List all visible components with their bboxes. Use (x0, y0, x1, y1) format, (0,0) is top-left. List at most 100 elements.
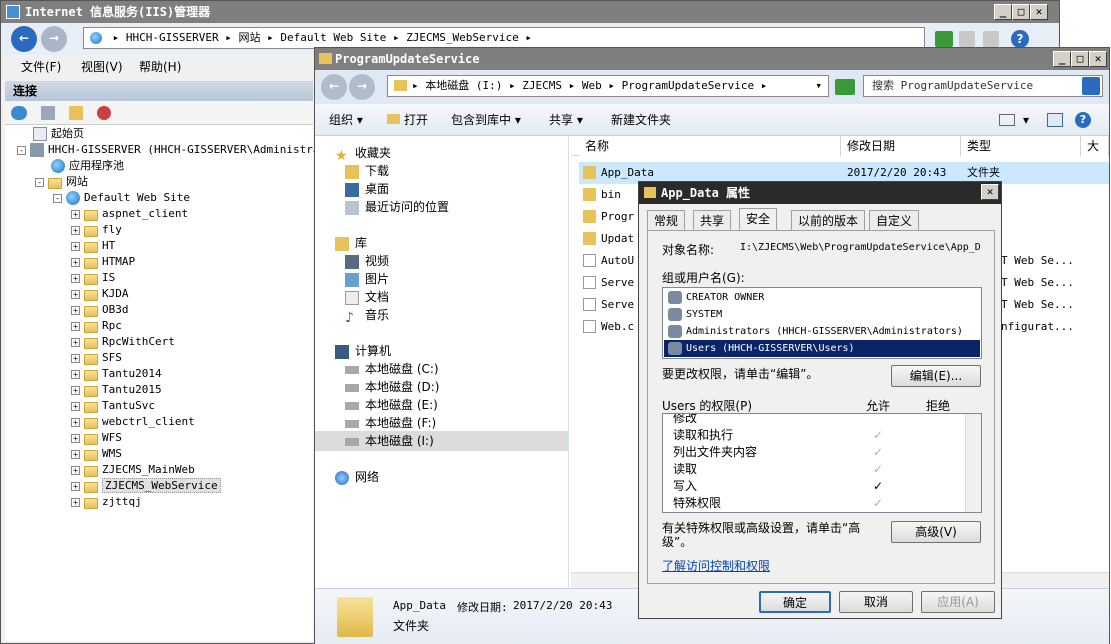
expand-icon[interactable]: + (71, 273, 80, 283)
save-icon[interactable] (41, 106, 55, 120)
search-icon[interactable] (1082, 77, 1100, 95)
tree-site-item[interactable]: + zjttqj (71, 494, 142, 510)
tree-site-item[interactable]: + ZJECMS_WebService (71, 478, 221, 494)
tree-app-pools[interactable]: 应用程序池 (51, 158, 124, 174)
refresh-icon[interactable] (935, 31, 953, 47)
ok-button[interactable]: 确定 (759, 591, 831, 613)
expand-icon[interactable]: + (71, 353, 80, 363)
close-button[interactable]: ✕ (1030, 4, 1048, 20)
back-button[interactable]: ← (321, 74, 347, 100)
user-row[interactable]: Users (HHCH-GISSERVER\Users) (664, 340, 980, 357)
tree-site-item[interactable]: + Tantu2014 (71, 366, 162, 382)
share-button[interactable]: 共享 ▾ (549, 104, 583, 136)
nav-videos[interactable]: 视频 (345, 252, 389, 270)
refresh-icon[interactable] (835, 79, 855, 95)
expand-icon[interactable]: + (71, 385, 80, 395)
user-row[interactable]: SYSTEM (664, 306, 980, 323)
disconnect-icon[interactable] (97, 106, 111, 120)
edit-button[interactable]: 编辑(E)... (891, 365, 981, 387)
tree-site-item[interactable]: + OB3d (71, 302, 129, 318)
user-row[interactable]: CREATOR OWNER (664, 289, 980, 306)
crumb-service[interactable]: ProgramUpdateService (622, 79, 754, 92)
crumb-drive[interactable]: 本地磁盘 (I:) (425, 79, 502, 92)
help-icon[interactable]: ? (1011, 30, 1029, 48)
tree-site-item[interactable]: + IS (71, 270, 115, 286)
tree-site-item[interactable]: + TantuSvc (71, 398, 155, 414)
crumb-sites[interactable]: 网站 (238, 31, 260, 44)
tree-site-item[interactable]: + HT (71, 238, 115, 254)
nav-documents[interactable]: 文档 (345, 288, 389, 306)
iis-address-bar[interactable]: ▸ HHCH-GISSERVER ▸ 网站 ▸ Default Web Site… (83, 27, 925, 49)
expand-icon[interactable]: + (71, 337, 80, 347)
learn-link[interactable]: 了解访问控制和权限 (662, 557, 770, 574)
tree-default-site[interactable]: - Default Web Site (53, 190, 190, 206)
tree-sites[interactable]: - 网站 (35, 174, 88, 190)
maximize-button[interactable]: □ (1012, 4, 1030, 20)
advanced-button[interactable]: 高级(V) (891, 521, 981, 543)
expand-icon[interactable]: + (71, 289, 80, 299)
expand-icon[interactable]: + (71, 433, 80, 443)
nav-drive-c[interactable]: 本地磁盘 (C:) (345, 360, 439, 378)
tree-site-item[interactable]: + Tantu2015 (71, 382, 162, 398)
nav-desktop[interactable]: 桌面 (345, 180, 389, 198)
expand-icon[interactable]: + (71, 321, 80, 331)
expand-icon[interactable]: + (71, 369, 80, 379)
col-name[interactable]: 名称 (579, 136, 841, 156)
nav-network[interactable]: 网络 (335, 468, 379, 486)
tab-sharing[interactable]: 共享 (693, 210, 732, 230)
chevron-down-icon[interactable]: ▾ (1023, 104, 1029, 136)
nav-recent[interactable]: 最近访问的位置 (345, 198, 449, 216)
crumb-web[interactable]: Web (582, 79, 602, 92)
nav-pictures[interactable]: 图片 (345, 270, 389, 288)
tree-start-page[interactable]: 起始页 (33, 126, 84, 142)
tree-site-item[interactable]: + RpcWithCert (71, 334, 175, 350)
home-icon[interactable] (983, 31, 999, 47)
expand-icon[interactable]: + (71, 401, 80, 411)
forward-button[interactable]: → (349, 74, 375, 100)
col-modified[interactable]: 修改日期 (841, 136, 961, 156)
minimize-button[interactable]: _ (1053, 51, 1071, 67)
tree-site-item[interactable]: + KJDA (71, 286, 129, 302)
back-button[interactable]: ← (11, 26, 37, 52)
collapse-icon[interactable]: - (53, 193, 62, 203)
maximize-button[interactable]: □ (1071, 51, 1089, 67)
nav-drive-d[interactable]: 本地磁盘 (D:) (345, 378, 439, 396)
expand-icon[interactable]: + (71, 225, 80, 235)
expand-icon[interactable]: + (71, 209, 80, 219)
tree-site-item[interactable]: + webctrl_client (71, 414, 195, 430)
col-type[interactable]: 类型 (961, 136, 1081, 156)
nav-drive-e[interactable]: 本地磁盘 (E:) (345, 396, 438, 414)
tree-site-item[interactable]: + SFS (71, 350, 122, 366)
user-row[interactable]: Administrators (HHCH-GISSERVER\Administr… (664, 323, 980, 340)
organize-button[interactable]: 组织 ▾ (329, 104, 363, 136)
cancel-button[interactable]: 取消 (839, 591, 913, 613)
expand-icon[interactable]: + (71, 449, 80, 459)
expand-icon[interactable]: + (71, 497, 80, 507)
menu-help[interactable]: 帮助(H) (139, 55, 181, 79)
forward-button[interactable]: → (41, 26, 67, 52)
stop-icon[interactable] (959, 31, 975, 47)
tree-server[interactable]: - HHCH-GISSERVER (HHCH-GISSERVER\Administ… (17, 142, 339, 158)
close-button[interactable]: ✕ (981, 184, 999, 200)
tree-site-item[interactable]: + ZJECMS_MainWeb (71, 462, 195, 478)
nav-downloads[interactable]: 下载 (345, 162, 389, 180)
expand-icon[interactable]: + (71, 465, 80, 475)
tab-previous-versions[interactable]: 以前的版本 (791, 210, 866, 230)
menu-view[interactable]: 视图(V) (81, 55, 123, 79)
crumb-zjecms[interactable]: ZJECMS (522, 79, 562, 92)
col-size[interactable]: 大小 (1081, 136, 1109, 156)
tree-site-item[interactable]: + fly (71, 222, 122, 238)
collapse-icon[interactable]: - (17, 145, 26, 155)
apply-button[interactable]: 应用(A) (921, 591, 995, 613)
new-folder-button[interactable]: 新建文件夹 (611, 104, 671, 136)
tree-site-item[interactable]: + aspnet_client (71, 206, 188, 222)
tree-site-item[interactable]: + WFS (71, 430, 122, 446)
tree-site-item[interactable]: + HTMAP (71, 254, 135, 270)
tab-security[interactable]: 安全 (739, 208, 778, 230)
tree-site-item[interactable]: + Rpc (71, 318, 122, 334)
close-button[interactable]: ✕ (1089, 51, 1107, 67)
nav-libraries[interactable]: 库 (335, 234, 367, 252)
crumb-webservice[interactable]: ZJECMS_WebService (406, 31, 519, 44)
connect-icon[interactable] (11, 106, 27, 120)
crumb-server[interactable]: HHCH-GISSERVER (126, 31, 219, 44)
